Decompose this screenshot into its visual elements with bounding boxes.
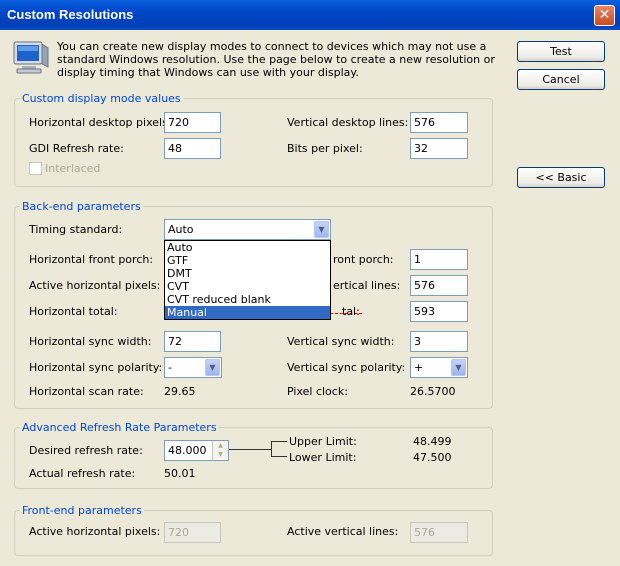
timing-standard-value: Auto: [168, 223, 194, 236]
timing-standard-select[interactable]: Auto ▼: [164, 219, 331, 240]
h-sync-polarity-select[interactable]: - ▼: [164, 357, 222, 378]
h-desktop-input[interactable]: 720: [164, 112, 221, 133]
frontend-active-h-label: Active horizontal pixels:: [29, 525, 161, 538]
custom-resolutions-dialog: Custom Resolutions ✕ You can create new …: [0, 0, 620, 566]
h-scan-rate-value: 29.65: [164, 385, 196, 398]
upper-limit-value: 48.499: [413, 435, 452, 448]
lower-limit-label: Lower Limit:: [289, 451, 357, 464]
v-front-porch-input[interactable]: 1: [410, 249, 468, 270]
v-total-input[interactable]: 593: [410, 301, 468, 322]
spin-up-icon[interactable]: ▲: [213, 441, 228, 450]
custom-display-title: Custom display mode values: [20, 92, 183, 105]
v-sync-polarity-select[interactable]: + ▼: [410, 357, 468, 378]
intro-text: You can create new display modes to conn…: [57, 40, 495, 79]
h-sync-polarity-value: -: [168, 361, 172, 374]
bpp-input[interactable]: 32: [410, 138, 468, 159]
spin-down-icon[interactable]: ▼: [213, 450, 228, 459]
timing-option[interactable]: GTF: [165, 254, 330, 267]
actual-refresh-label: Actual refresh rate:: [29, 467, 136, 480]
interlaced-label: Interlaced: [45, 162, 101, 175]
bracket-connector: [229, 449, 271, 450]
desired-refresh-label: Desired refresh rate:: [29, 444, 143, 457]
actual-refresh-value: 50.01: [164, 467, 196, 480]
lower-limit-value: 47.500: [413, 451, 452, 464]
test-button[interactable]: Test: [517, 41, 605, 62]
upper-limit-label: Upper Limit:: [289, 435, 357, 448]
h-sync-width-label: Horizontal sync width:: [29, 335, 152, 348]
v-sync-polarity-value: +: [414, 361, 424, 374]
active-v-lines-label: ertical lines:: [333, 279, 401, 292]
advanced-title: Advanced Refresh Rate Parameters: [20, 421, 219, 434]
h-scan-rate-label: Horizontal scan rate:: [29, 385, 144, 398]
refresh-spinner[interactable]: ▲ ▼: [212, 441, 228, 460]
h-desktop-label: Horizontal desktop pixels:: [29, 116, 172, 129]
h-total-label: Horizontal total:: [29, 305, 118, 318]
timing-option-selected[interactable]: Manual: [165, 306, 330, 319]
frontend-title: Front-end parameters: [20, 504, 144, 517]
v-total-label: tal:: [342, 305, 360, 318]
chevron-down-icon[interactable]: ▼: [314, 221, 329, 238]
frontend-active-h-input[interactable]: 720: [164, 522, 221, 543]
frontend-active-v-input[interactable]: 576: [410, 522, 468, 543]
v-sync-width-label: Vertical sync width:: [287, 335, 395, 348]
timing-standard-dropdown[interactable]: Auto GTF DMT CVT CVT reduced blank Manua…: [164, 240, 331, 320]
limit-bracket: [271, 441, 287, 457]
timing-option[interactable]: Auto: [165, 241, 330, 254]
bpp-label: Bits per pixel:: [287, 142, 363, 155]
timing-option[interactable]: CVT: [165, 280, 330, 293]
gdi-refresh-label: GDI Refresh rate:: [29, 142, 124, 155]
v-desktop-input[interactable]: 576: [410, 112, 468, 133]
gdi-refresh-input[interactable]: 48: [164, 138, 221, 159]
h-front-porch-label: Horizontal front porch:: [29, 253, 154, 266]
chevron-down-icon[interactable]: ▼: [205, 359, 220, 376]
pixel-clock-value: 26.5700: [410, 385, 456, 398]
timing-option[interactable]: DMT: [165, 267, 330, 280]
v-desktop-label: Vertical desktop lines:: [287, 116, 409, 129]
backend-title: Back-end parameters: [20, 200, 143, 213]
active-h-pixels-label: Active horizontal pixels:: [29, 279, 161, 292]
v-front-porch-label: ront porch:: [333, 253, 394, 266]
close-button[interactable]: ✕: [594, 5, 615, 26]
frontend-active-v-label: Active vertical lines:: [287, 525, 399, 538]
h-sync-width-input[interactable]: 72: [164, 331, 221, 352]
v-sync-polarity-label: Vertical sync polarity:: [287, 361, 406, 374]
timing-standard-label: Timing standard:: [29, 223, 123, 236]
basic-button[interactable]: << Basic: [517, 167, 605, 188]
chevron-down-icon[interactable]: ▼: [451, 359, 466, 376]
v-sync-width-input[interactable]: 3: [410, 331, 468, 352]
pixel-clock-label: Pixel clock:: [287, 385, 348, 398]
monitor-icon: [13, 41, 49, 74]
timing-option[interactable]: CVT reduced blank: [165, 293, 330, 306]
window-title: Custom Resolutions: [7, 7, 134, 22]
h-sync-polarity-label: Horizontal sync polarity:: [29, 361, 163, 374]
interlaced-checkbox[interactable]: [29, 162, 42, 175]
active-v-lines-input[interactable]: 576: [410, 275, 468, 296]
title-bar[interactable]: Custom Resolutions ✕: [0, 0, 620, 30]
cancel-button[interactable]: Cancel: [517, 69, 605, 90]
